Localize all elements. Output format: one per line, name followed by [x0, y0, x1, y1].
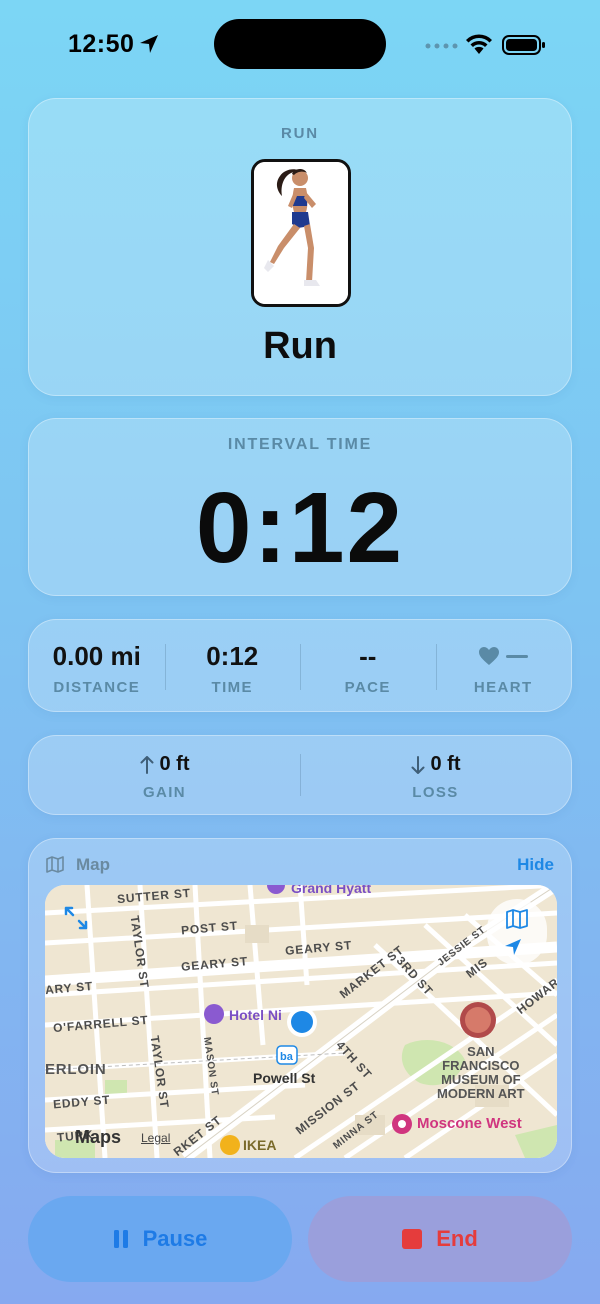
- poi-moscone-west[interactable]: Moscone West: [417, 1115, 522, 1132]
- stat-label: HEART: [473, 679, 533, 696]
- activity-card: RUN Run: [28, 98, 572, 396]
- interval-label: INTERVAL TIME: [227, 436, 373, 453]
- pause-icon: [113, 1230, 128, 1248]
- stat-distance: 0.00 mi DISTANCE: [29, 620, 165, 711]
- stat-label: DISTANCE: [53, 679, 141, 696]
- poi-powell-station[interactable]: Powell St: [253, 1070, 315, 1086]
- loss-value: 0 ft: [430, 753, 461, 775]
- map-view[interactable]: ba SUTTER ST POST ST GEARY ST GEARY ST A…: [45, 885, 557, 1158]
- status-bar: 12:50: [0, 0, 600, 90]
- gain-label: GAIN: [142, 784, 187, 801]
- locate-me-icon[interactable]: [503, 937, 523, 957]
- map-icon: [46, 856, 64, 873]
- pause-button[interactable]: Pause: [28, 1196, 292, 1282]
- map-title: Map: [76, 855, 110, 874]
- activity-label: RUN: [281, 125, 319, 142]
- elevation-loss: 0 ft LOSS: [300, 736, 571, 814]
- activity-title: Run: [263, 325, 337, 367]
- stats-card: 0.00 mi DISTANCE 0:12 TIME -- PACE HEART: [28, 619, 572, 712]
- map-header: Map Hide: [46, 854, 554, 876]
- location-arrow-icon: [140, 35, 158, 53]
- svg-text:ba: ba: [280, 1051, 294, 1063]
- street-label: ERLOIN: [45, 1061, 107, 1078]
- stat-time: 0:12 TIME: [164, 620, 301, 711]
- map-card: Map Hide ba SUTTER ST POST ST GEARY ST G…: [28, 838, 572, 1173]
- interval-card: INTERVAL TIME 0:12: [28, 418, 572, 596]
- dynamic-island: [214, 19, 386, 69]
- stat-pace: -- PACE: [300, 620, 436, 711]
- stat-value: [436, 641, 572, 671]
- poi-sfmoma[interactable]: SAN FRANCISCO MUSEUM OF MODERN ART: [437, 1045, 525, 1101]
- stat-value: --: [359, 640, 377, 671]
- interval-time-value: 0:12: [195, 472, 405, 584]
- heart-empty-dash: [506, 654, 529, 658]
- poi-ikea[interactable]: IKEA: [243, 1137, 276, 1153]
- battery-icon: [502, 35, 545, 55]
- arrow-down-icon: [411, 755, 424, 774]
- elevation-card: 0 ft GAIN 0 ft LOSS: [28, 735, 572, 815]
- apple-maps-logo: Maps: [75, 1127, 122, 1147]
- elevation-gain: 0 ft GAIN: [29, 736, 300, 814]
- loss-label: LOSS: [412, 784, 459, 801]
- cellular-signal-icon: [425, 43, 458, 49]
- map-mode-icon[interactable]: [506, 909, 528, 929]
- stat-label: PACE: [344, 679, 391, 696]
- end-button[interactable]: End: [308, 1196, 572, 1282]
- stat-heart: HEART: [435, 620, 572, 711]
- wifi-icon: [466, 34, 492, 54]
- map-controls: [487, 899, 547, 965]
- poi-grand-hyatt[interactable]: Grand Hyatt: [291, 885, 371, 896]
- gain-value: 0 ft: [159, 753, 190, 775]
- poi-hotel-nikko[interactable]: Hotel Ni: [229, 1007, 282, 1023]
- stat-value: 0:12: [206, 640, 259, 671]
- pause-label: Pause: [142, 1226, 208, 1251]
- end-label: End: [436, 1226, 478, 1251]
- arrow-up-icon: [140, 755, 153, 774]
- expand-map-icon[interactable]: [63, 905, 89, 931]
- legal-link[interactable]: Legal: [141, 1131, 170, 1145]
- stat-value: 0.00 mi: [52, 640, 141, 671]
- stat-label: TIME: [211, 679, 253, 696]
- stop-icon: [402, 1229, 423, 1249]
- runner-illustration: [251, 159, 351, 307]
- heart-icon: [479, 647, 500, 665]
- hide-map-button[interactable]: Hide: [517, 855, 554, 875]
- status-time: 12:50: [68, 30, 135, 58]
